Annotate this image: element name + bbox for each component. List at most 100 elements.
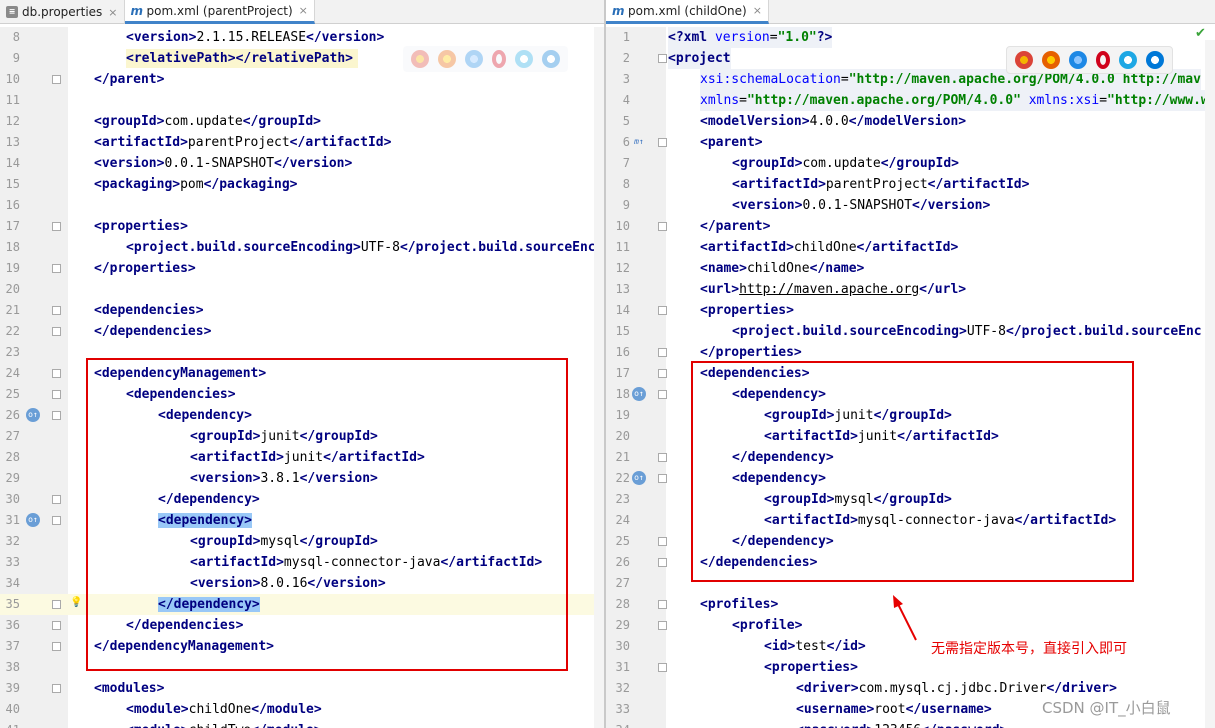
fold-marker-icon[interactable] xyxy=(52,495,61,504)
tab-right_tabs-0[interactable]: m pom.xml (childOne) × xyxy=(606,0,769,24)
fold-marker-icon[interactable] xyxy=(658,138,667,147)
code-line[interactable]: 8 <version>2.1.15.RELEASE</version> xyxy=(0,27,604,48)
fold-marker-icon[interactable] xyxy=(52,684,61,693)
code-line[interactable]: 34 <password>123456</password> xyxy=(606,720,1215,728)
fold-marker-icon[interactable] xyxy=(658,54,667,63)
edge-icon[interactable] xyxy=(542,50,560,68)
fold-marker-icon[interactable] xyxy=(658,663,667,672)
fold-marker-icon[interactable] xyxy=(658,621,667,630)
fold-marker-icon[interactable] xyxy=(52,222,61,231)
safari-icon[interactable] xyxy=(1069,51,1087,69)
fold-marker-icon[interactable] xyxy=(658,537,667,546)
maven-override-icon[interactable]: o↑ xyxy=(26,513,40,527)
lightbulb-icon[interactable]: 💡 xyxy=(70,596,82,610)
code-token: </version> xyxy=(306,30,385,45)
fold-marker-icon[interactable] xyxy=(658,600,667,609)
close-icon[interactable]: × xyxy=(753,4,762,17)
code-line[interactable]: 41 <module>childTwo</module> xyxy=(0,720,604,728)
ie-icon[interactable] xyxy=(1119,51,1137,69)
maven-parent-icon[interactable]: m↑ xyxy=(632,135,646,149)
code-line[interactable]: 8 <artifactId>parentProject</artifactId> xyxy=(606,174,1215,195)
line-number: 18 xyxy=(615,387,630,401)
left-scrollbar[interactable] xyxy=(594,27,604,728)
code-line[interactable]: 4 xmlns="http://maven.apache.org/POM/4.0.… xyxy=(606,90,1215,111)
tab-left_tabs-1[interactable]: m pom.xml (parentProject) × xyxy=(124,0,315,24)
code-line[interactable]: 14 <properties> xyxy=(606,300,1215,321)
opera-icon[interactable] xyxy=(1096,51,1110,69)
fold-marker-icon[interactable] xyxy=(52,369,61,378)
code-line[interactable]: 1 <?xml version="1.0"?> xyxy=(606,27,1215,48)
fold-marker-icon[interactable] xyxy=(52,327,61,336)
code-line[interactable]: 31 <properties> xyxy=(606,657,1215,678)
fold-marker-icon[interactable] xyxy=(658,306,667,315)
code-line[interactable]: 22 </dependencies> xyxy=(0,321,604,342)
close-icon[interactable]: × xyxy=(108,6,117,19)
opera-icon[interactable] xyxy=(492,50,506,68)
fold-marker-icon[interactable] xyxy=(52,516,61,525)
safari-icon[interactable] xyxy=(465,50,483,68)
code-line[interactable]: 9 <version>0.0.1-SNAPSHOT</version> xyxy=(606,195,1215,216)
fold-marker-icon[interactable] xyxy=(52,642,61,651)
fold-marker-icon[interactable] xyxy=(658,222,667,231)
fold-marker-icon[interactable] xyxy=(52,75,61,84)
code-line[interactable]: 40 <module>childOne</module> xyxy=(0,699,604,720)
fold-marker-icon[interactable] xyxy=(658,453,667,462)
fold-marker-icon[interactable] xyxy=(52,621,61,630)
code-text: <properties> xyxy=(94,216,188,237)
code-line[interactable]: 17 <properties> xyxy=(0,216,604,237)
line-number: 9 xyxy=(622,198,630,212)
code-token: </id> xyxy=(826,639,866,654)
maven-override-icon[interactable]: o↑ xyxy=(632,471,646,485)
code-line[interactable]: 12 <name>childOne</name> xyxy=(606,258,1215,279)
chrome-icon[interactable] xyxy=(1015,51,1033,69)
code-line[interactable]: 16 xyxy=(0,195,604,216)
code-line[interactable]: 18 <project.build.sourceEncoding>UTF-8</p… xyxy=(0,237,604,258)
fold-marker-icon[interactable] xyxy=(658,390,667,399)
code-line[interactable]: 6 m↑ <parent> xyxy=(606,132,1215,153)
line-number: 20 xyxy=(615,429,630,443)
fold-marker-icon[interactable] xyxy=(658,369,667,378)
ie-icon[interactable] xyxy=(515,50,533,68)
line-number: 26 xyxy=(615,555,630,569)
code-line[interactable]: 13 <artifactId>parentProject</artifactId> xyxy=(0,132,604,153)
code-line[interactable]: 10 </parent> xyxy=(606,216,1215,237)
code-line[interactable]: 20 xyxy=(0,279,604,300)
code-token: <driver> xyxy=(796,681,859,696)
code-line[interactable]: 5 <modelVersion>4.0.0</modelVersion> xyxy=(606,111,1215,132)
fold-marker-icon[interactable] xyxy=(52,411,61,420)
fold-marker-icon[interactable] xyxy=(52,264,61,273)
code-line[interactable]: 13 <url>http://maven.apache.org</url> xyxy=(606,279,1215,300)
code-line[interactable]: 15 <project.build.sourceEncoding>UTF-8</p… xyxy=(606,321,1215,342)
fold-marker-icon[interactable] xyxy=(658,348,667,357)
maven-override-icon[interactable]: o↑ xyxy=(26,408,40,422)
code-line[interactable]: 10 </parent> xyxy=(0,69,604,90)
chrome-icon[interactable] xyxy=(411,50,429,68)
code-line[interactable]: 15 <packaging>pom</packaging> xyxy=(0,174,604,195)
code-line[interactable]: 12 <groupId>com.update</groupId> xyxy=(0,111,604,132)
line-number: 21 xyxy=(615,450,630,464)
tab-left_tabs-0[interactable]: ≡ db.properties × xyxy=(0,0,125,24)
firefox-icon[interactable] xyxy=(438,50,456,68)
code-line[interactable]: 11 <artifactId>childOne</artifactId> xyxy=(606,237,1215,258)
close-icon[interactable]: × xyxy=(299,4,308,17)
code-line[interactable]: 19 </properties> xyxy=(0,258,604,279)
code-line[interactable]: 39 <modules> xyxy=(0,678,604,699)
code-line[interactable]: 11 xyxy=(0,90,604,111)
fold-marker-icon[interactable] xyxy=(52,600,61,609)
fold-marker-icon[interactable] xyxy=(52,306,61,315)
code-line[interactable]: 28 <profiles> xyxy=(606,594,1215,615)
code-line[interactable]: 21 <dependencies> xyxy=(0,300,604,321)
code-line[interactable]: 7 <groupId>com.update</groupId> xyxy=(606,153,1215,174)
right-scrollbar[interactable] xyxy=(1205,40,1215,728)
maven-override-icon[interactable]: o↑ xyxy=(632,387,646,401)
code-text: <?xml version="1.0"?> xyxy=(668,27,833,48)
edge-icon[interactable] xyxy=(1146,51,1164,69)
code-line[interactable]: 32 <driver>com.mysql.cj.jdbc.Driver</driv… xyxy=(606,678,1215,699)
code-line[interactable]: 14 <version>0.0.1-SNAPSHOT</version> xyxy=(0,153,604,174)
fold-marker-icon[interactable] xyxy=(658,474,667,483)
fold-marker-icon[interactable] xyxy=(658,558,667,567)
code-line[interactable]: 16 </properties> xyxy=(606,342,1215,363)
code-line[interactable]: 29 <profile> xyxy=(606,615,1215,636)
firefox-icon[interactable] xyxy=(1042,51,1060,69)
fold-marker-icon[interactable] xyxy=(52,390,61,399)
